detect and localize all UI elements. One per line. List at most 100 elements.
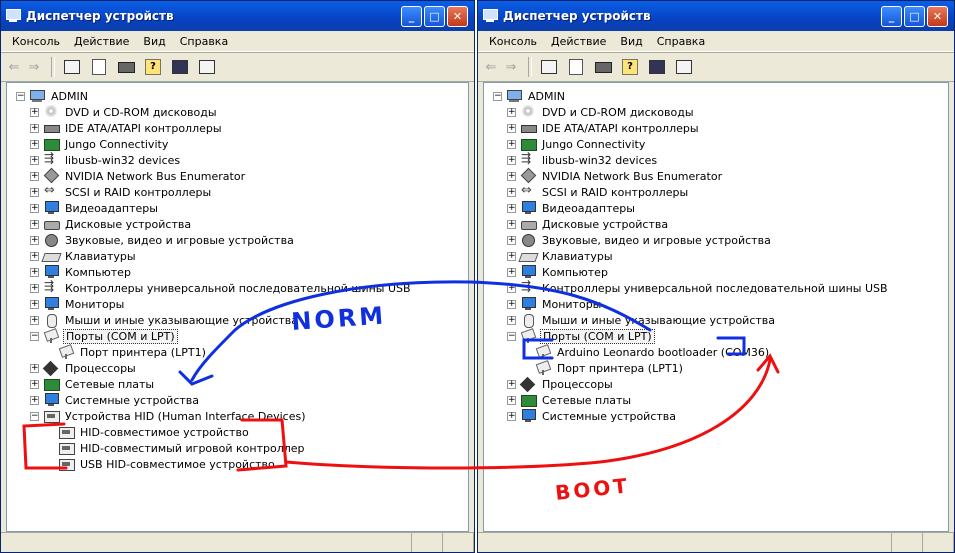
expand-toggle[interactable]: + [507,235,516,245]
tree-item[interactable]: + Видеоадаптеры [12,200,413,216]
tree-item[interactable]: + Контроллеры универсальной последователь… [12,279,413,296]
tree-item[interactable]: + Клавиатуры [12,248,413,264]
expand-toggle[interactable]: + [30,267,39,277]
close-button[interactable]: ✕ [927,5,948,27]
tree-subitem[interactable]: HID-совместимое устройство [12,424,413,440]
forward-arrow-icon[interactable]: ⇒ [504,58,518,76]
properties-icon[interactable] [567,58,585,76]
menu-console[interactable]: Консоль [482,35,544,48]
expand-toggle[interactable]: + [507,283,516,293]
tree-item[interactable]: + Процессоры [489,376,890,392]
tree-item[interactable]: + Jungo Connectivity [12,136,413,152]
tree-subitem[interactable]: Arduino Leonardo bootloader (COM36) [489,344,890,360]
expand-toggle[interactable]: + [507,139,516,149]
tree-root[interactable]: − ADMIN [12,88,413,104]
tree-item[interactable]: + Клавиатуры [489,248,890,264]
tree-item[interactable]: − Устройства HID (Human Interface Devices… [12,408,413,424]
menu-action[interactable]: Действие [67,35,136,48]
expand-toggle[interactable]: + [30,187,39,197]
expand-toggle[interactable]: + [30,107,39,117]
expand-toggle[interactable]: + [30,299,39,309]
title-bar[interactable]: Диспетчер устройств _ □ ✕ [478,1,954,31]
expand-toggle[interactable]: + [30,139,39,149]
tree-item[interactable]: + NVIDIA Network Bus Enumerator [12,168,413,184]
collapse-toggle[interactable]: − [30,411,39,421]
minimize-button[interactable]: _ [401,5,422,27]
expand-toggle[interactable]: + [507,379,516,389]
menu-view[interactable]: Вид [613,35,649,48]
device-tree-panel[interactable]: − ADMIN + DVD и CD-ROM дисководы + IDE ATA/AT… [6,82,469,532]
expand-toggle[interactable]: + [30,251,39,261]
expand-toggle[interactable]: + [30,123,39,133]
tree-item[interactable]: + Мыши и иные указывающие устройства [12,312,413,328]
expand-toggle[interactable]: + [507,123,516,133]
tree-item[interactable]: + Мониторы [12,296,413,312]
properties-icon[interactable] [90,58,108,76]
show-hide-tree-icon[interactable] [540,58,558,76]
tree-subitem[interactable]: Порт принтера (LPT1) [489,360,890,376]
collapse-toggle[interactable]: − [493,91,502,101]
tree-item[interactable]: + Мониторы [489,296,890,312]
help-icon[interactable]: ? [144,58,162,76]
tree-item[interactable]: + DVD и CD-ROM дисководы [12,104,413,120]
scan-hardware-icon[interactable] [675,58,693,76]
tree-item[interactable]: + Мыши и иные указывающие устройства [489,312,890,328]
tree-item[interactable]: + Системные устройства [12,392,413,408]
collapse-toggle[interactable]: − [16,91,25,101]
tree-item[interactable]: + Дисковые устройства [489,216,890,232]
tree-item[interactable]: + Звуковые, видео и игровые устройства [489,232,890,248]
tree-subitem[interactable]: HID-совместимый игровой контроллер [12,440,413,456]
tree-item[interactable]: + Процессоры [12,360,413,376]
close-button[interactable]: ✕ [447,5,468,27]
scan-hardware-icon[interactable] [198,58,216,76]
expand-toggle[interactable]: + [507,187,516,197]
expand-toggle[interactable]: + [507,171,516,181]
expand-toggle[interactable]: + [30,395,39,405]
expand-toggle[interactable]: + [30,219,39,229]
tree-item[interactable]: + Сетевые платы [489,392,890,408]
tree-item[interactable]: + Системные устройства [489,408,890,424]
tree-subitem[interactable]: Порт принтера (LPT1) [12,344,413,360]
help-icon[interactable]: ? [621,58,639,76]
expand-toggle[interactable]: + [30,171,39,181]
expand-toggle[interactable]: + [30,235,39,245]
menu-help[interactable]: Справка [173,35,235,48]
tree-item[interactable]: + Компьютер [12,264,413,280]
tree-item[interactable]: + Звуковые, видео и игровые устройства [12,232,413,248]
tree-item[interactable]: − Порты (COM и LPT) [489,328,890,344]
tree-item[interactable]: + IDE ATA/ATAPI контроллеры [12,120,413,136]
expand-toggle[interactable]: + [507,395,516,405]
expand-toggle[interactable]: + [507,219,516,229]
expand-toggle[interactable]: + [507,251,516,261]
expand-toggle[interactable]: + [507,299,516,309]
tree-item[interactable]: + Дисковые устройства [12,216,413,232]
minimize-button[interactable]: _ [881,5,902,27]
show-hide-tree-icon[interactable] [63,58,81,76]
expand-toggle[interactable]: + [507,107,516,117]
tree-item[interactable]: + Сетевые платы [12,376,413,392]
expand-toggle[interactable]: + [30,379,39,389]
device-tree-panel[interactable]: − ADMIN + DVD и CD-ROM дисководы + IDE ATA/AT… [483,82,949,532]
print-icon[interactable] [117,58,135,76]
menu-help[interactable]: Справка [650,35,712,48]
expand-toggle[interactable]: + [30,203,39,213]
tree-item[interactable]: + libusb-win32 devices [12,151,413,168]
tree-item[interactable]: − Порты (COM и LPT) [12,328,413,344]
expand-toggle[interactable]: + [507,267,516,277]
show-hide-panel-icon[interactable] [171,58,189,76]
tree-item[interactable]: + Jungo Connectivity [489,136,890,152]
tree-item[interactable]: + SCSI и RAID контроллеры [489,183,890,200]
collapse-toggle[interactable]: − [507,331,516,341]
menu-action[interactable]: Действие [544,35,613,48]
tree-item[interactable]: + Контроллеры универсальной последователь… [489,279,890,296]
show-hide-panel-icon[interactable] [648,58,666,76]
expand-toggle[interactable]: + [507,411,516,421]
expand-toggle[interactable]: + [30,155,39,165]
expand-toggle[interactable]: + [30,315,39,325]
menu-console[interactable]: Консоль [5,35,67,48]
tree-item[interactable]: + Компьютер [489,264,890,280]
tree-item[interactable]: + Видеоадаптеры [489,200,890,216]
tree-item[interactable]: + NVIDIA Network Bus Enumerator [489,168,890,184]
print-icon[interactable] [594,58,612,76]
maximize-button[interactable]: □ [904,5,925,27]
